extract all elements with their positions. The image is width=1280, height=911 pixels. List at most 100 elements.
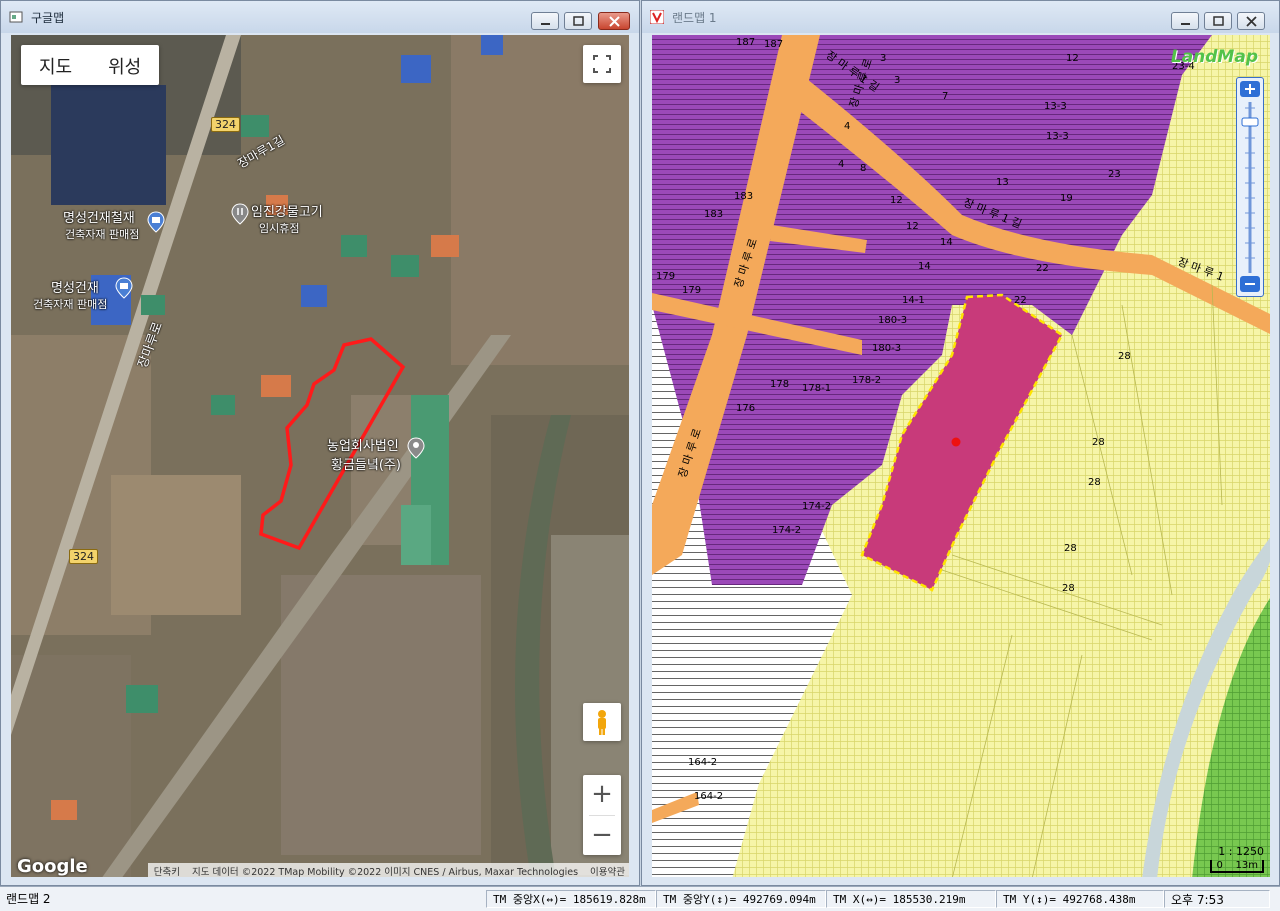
shopping-pin-icon xyxy=(147,211,165,233)
minimize-icon xyxy=(541,23,550,25)
parcel-number: 179 xyxy=(682,285,702,296)
scale-bar: 0 13m xyxy=(1210,860,1264,873)
parcel-number: 180-3 xyxy=(872,343,902,354)
pegman-icon xyxy=(598,710,606,735)
parcel-number: 12 xyxy=(906,221,919,232)
parcel-number: 28 xyxy=(1118,351,1131,362)
parcel-number: 187 xyxy=(736,37,756,48)
parcel-number: 174-2 xyxy=(802,501,832,512)
parcel-number: 174-2 xyxy=(772,525,802,536)
poi-myeongseong-steel[interactable]: 명성건재철재 건축자재 판매점 xyxy=(63,207,165,242)
street-view-pegman-button[interactable] xyxy=(583,703,621,741)
maximize-icon xyxy=(573,16,584,26)
parcel-number: 13-3 xyxy=(1044,101,1067,112)
scale-indicator: 1 : 1250 0 13m xyxy=(1210,845,1264,873)
terms-link[interactable]: 이용약관 xyxy=(584,864,629,877)
window-title: 랜드맵 1 xyxy=(672,11,717,25)
close-button[interactable] xyxy=(1237,12,1265,30)
poi-hwanggeum-farm[interactable]: 농업회사법인 황금들녘(주) xyxy=(327,435,425,473)
attribution-bar: 단축키 지도 데이터 ©2022 TMap Mobility ©2022 이미지… xyxy=(147,863,629,877)
parcel-number: 8 xyxy=(860,163,867,174)
close-icon xyxy=(609,16,620,27)
status-tm-center-y: TM 중앙Y(↕)= 492769.094m xyxy=(656,890,826,908)
landmap-logo: LandMap xyxy=(1170,47,1258,67)
parcel-number: 180-3 xyxy=(878,315,908,326)
landmap-app-icon xyxy=(650,10,664,24)
map-type-control: 지도 위성 xyxy=(21,45,160,85)
parcel-number: 164-2 xyxy=(694,791,724,802)
maximize-button[interactable] xyxy=(564,12,592,30)
satellite-map[interactable]: 324 324 장마루1길 장마루로 명성건재철재 건축자재 판매점 명성건재 … xyxy=(11,35,629,877)
parcel-number: 14 xyxy=(918,261,931,272)
parcel-number: 164-2 xyxy=(688,757,718,768)
status-bar: 랜드맵 2 TM 중앙X(↔)= 185619.828m TM 중앙Y(↕)= … xyxy=(0,886,1280,911)
titlebar[interactable]: 랜드맵 1 xyxy=(642,1,1279,33)
map-type-map-button[interactable]: 지도 xyxy=(21,45,90,85)
google-map-window: 구글맵 324 324 장마루1길 장마루로 명성건재철재 건축자재 판매점 명… xyxy=(0,0,640,886)
app-icon xyxy=(9,11,23,23)
parcel-number: 3 xyxy=(894,75,901,86)
maximize-icon xyxy=(1213,16,1224,26)
zoom-slider[interactable] xyxy=(1236,77,1264,297)
parcel-number: 7 xyxy=(942,91,949,102)
map-type-satellite-button[interactable]: 위성 xyxy=(90,45,159,85)
zoom-control: + − xyxy=(583,775,621,855)
shopping-pin-icon xyxy=(115,277,133,299)
parcel-number: 183 xyxy=(704,209,724,220)
parcel-number: 22 xyxy=(1036,263,1049,274)
parcel-number: 178-2 xyxy=(852,375,882,386)
restaurant-pin-icon xyxy=(231,203,249,225)
parcel-number: 12 xyxy=(1066,53,1079,64)
poi-imjingang-fish[interactable]: 임진강물고기 임시휴점 xyxy=(231,201,323,236)
map-viewport[interactable]: 장 마 루 로 장 마 루 로 장 마 루 로 장 마 루 1 길 장 마 루 … xyxy=(652,35,1270,877)
parcel-number: 12 xyxy=(890,195,903,206)
poi-myeongseong-material[interactable]: 명성건재 건축자재 판매점 xyxy=(33,277,133,312)
fullscreen-icon xyxy=(593,55,611,73)
parcel-number: 178-1 xyxy=(802,383,832,394)
status-tm-x: TM X(↔)= 185530.219m xyxy=(826,890,996,908)
parcel-number: 14-1 xyxy=(902,295,925,306)
parcel-number: 22 xyxy=(1014,295,1027,306)
parcel-number: 23 xyxy=(1108,169,1121,180)
landmap-window: 랜드맵 1 장 마 루 로 장 마 루 로 장 마 루 로 장 마 루 1 길 … xyxy=(641,0,1280,886)
minimize-button[interactable] xyxy=(1171,12,1199,30)
close-button[interactable] xyxy=(598,12,630,30)
parcel-number: 4 xyxy=(844,121,851,132)
map-viewport[interactable]: 324 324 장마루1길 장마루로 명성건재철재 건축자재 판매점 명성건재 … xyxy=(11,35,629,877)
status-clock: 오후 7:53 xyxy=(1164,890,1270,908)
parcel-number: 3 xyxy=(880,53,887,64)
map-data-attribution: 지도 데이터 ©2022 TMap Mobility ©2022 이미지 CNE… xyxy=(191,867,579,877)
parcel-number: 28 xyxy=(1062,583,1075,594)
place-pin-icon xyxy=(407,437,425,459)
window-title: 구글맵 xyxy=(31,11,65,25)
maximize-button[interactable] xyxy=(1204,12,1232,30)
parcel-number: 13 xyxy=(996,177,1009,188)
parcel-number: 13-3 xyxy=(1046,131,1069,142)
titlebar[interactable]: 구글맵 xyxy=(1,1,639,33)
status-app-name: 랜드맵 2 xyxy=(6,892,51,906)
route-badge-bottom: 324 xyxy=(69,549,98,564)
keyboard-shortcuts-link[interactable]: 단축키 xyxy=(148,864,186,877)
zoom-out-button[interactable]: − xyxy=(583,816,621,855)
google-logo: Google xyxy=(17,856,88,877)
minimize-button[interactable] xyxy=(531,12,559,30)
zoom-in-button[interactable]: + xyxy=(583,775,621,815)
parcel-number: 179 xyxy=(656,271,676,282)
scale-ratio: 1 : 1250 xyxy=(1218,845,1264,858)
parcel-number: 4 xyxy=(838,159,845,170)
cadastral-layers xyxy=(652,35,1270,877)
cadastral-map[interactable]: 장 마 루 로 장 마 루 로 장 마 루 로 장 마 루 1 길 장 마 루 … xyxy=(652,35,1270,877)
parcel-number: 176 xyxy=(736,403,756,414)
parcel-number: 14 xyxy=(940,237,953,248)
parcel-number: 178 xyxy=(770,379,790,390)
satellite-imagery xyxy=(11,35,629,877)
status-tm-y: TM Y(↕)= 492768.438m xyxy=(996,890,1164,908)
route-badge-top: 324 xyxy=(211,117,240,132)
close-icon xyxy=(1246,16,1257,27)
parcel-number: 28 xyxy=(1092,437,1105,448)
fullscreen-button[interactable] xyxy=(583,45,621,83)
status-tm-center-x: TM 중앙X(↔)= 185619.828m xyxy=(486,890,656,908)
parcel-number: 187 xyxy=(764,39,784,50)
parcel-number: 28 xyxy=(1088,477,1101,488)
parcel-number: 19 xyxy=(1060,193,1073,204)
